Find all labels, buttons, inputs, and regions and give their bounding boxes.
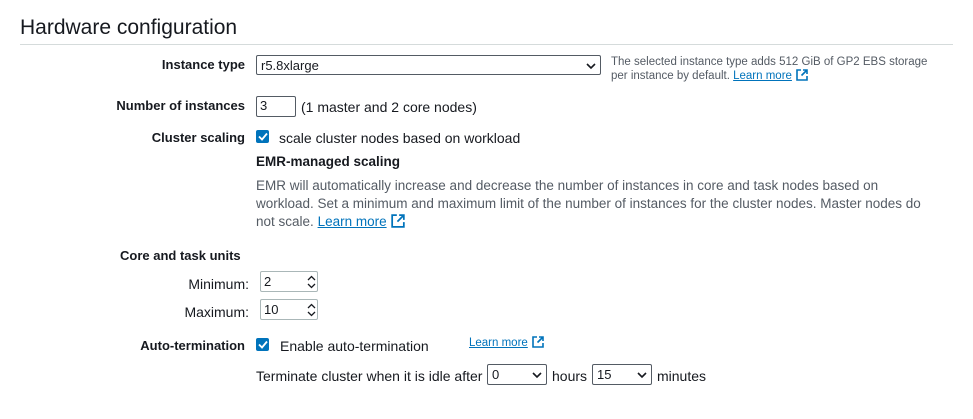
cluster-scaling-label: Cluster scaling [151,130,245,145]
idle-hours-select[interactable]: 0 [487,364,547,385]
hours-label: hours [552,368,588,384]
checkmark-icon [257,340,268,349]
external-link-icon [390,214,405,233]
auto-termination-learn-more: Learn more [469,336,544,352]
instance-type-select[interactable]: r5.8xlarge [256,55,601,75]
maximum-stepper[interactable]: 10 [260,299,318,320]
idle-prefix-text: Terminate cluster when it is idle after [256,368,483,384]
maximum-value: 10 [264,302,279,317]
spinner-arrows-icon[interactable] [305,272,317,291]
instance-type-note: The selected instance type adds 512 GiB … [611,55,931,85]
instance-type-label: Instance type [161,57,245,72]
auto-termination-label: Auto-termination [140,338,245,353]
idle-minutes-select[interactable]: 15 [592,364,652,385]
chevron-down-icon [586,58,596,73]
checkmark-icon [257,132,268,141]
cluster-scaling-learn-more-link[interactable]: Learn more [318,214,387,229]
chevron-down-icon [637,367,647,382]
spinner-arrows-icon[interactable] [305,300,317,319]
minimum-stepper[interactable]: 2 [260,271,318,292]
cluster-scaling-checkbox-label: scale cluster nodes based on workload [279,130,521,146]
minimum-value: 2 [264,274,272,289]
instance-type-learn-more-link[interactable]: Learn more [733,70,792,82]
core-task-units-heading: Core and task units [120,248,241,263]
number-of-instances-input[interactable]: 3 [256,96,296,117]
emr-managed-scaling-description: EMR will automatically increase and decr… [256,177,936,233]
section-divider [20,44,953,45]
chevron-down-icon [532,367,542,382]
auto-termination-checkbox[interactable] [256,338,269,351]
number-of-instances-label: Number of instances [116,98,245,113]
instances-note: (1 master and 2 core nodes) [301,99,477,115]
section-title: Hardware configuration [20,16,238,39]
external-link-icon [532,336,544,352]
emr-managed-scaling-heading: EMR-managed scaling [256,154,401,169]
cluster-scaling-checkbox[interactable] [256,130,269,143]
external-link-icon [796,69,808,85]
maximum-label: Maximum: [184,304,249,320]
idle-hours-value: 0 [492,367,500,382]
minutes-label: minutes [657,368,707,384]
auto-termination-checkbox-label: Enable auto-termination [280,338,429,354]
minimum-label: Minimum: [188,276,249,292]
instance-type-value: r5.8xlarge [261,57,319,73]
auto-termination-learn-more-link[interactable]: Learn more [469,337,528,349]
idle-minutes-value: 15 [597,367,612,382]
